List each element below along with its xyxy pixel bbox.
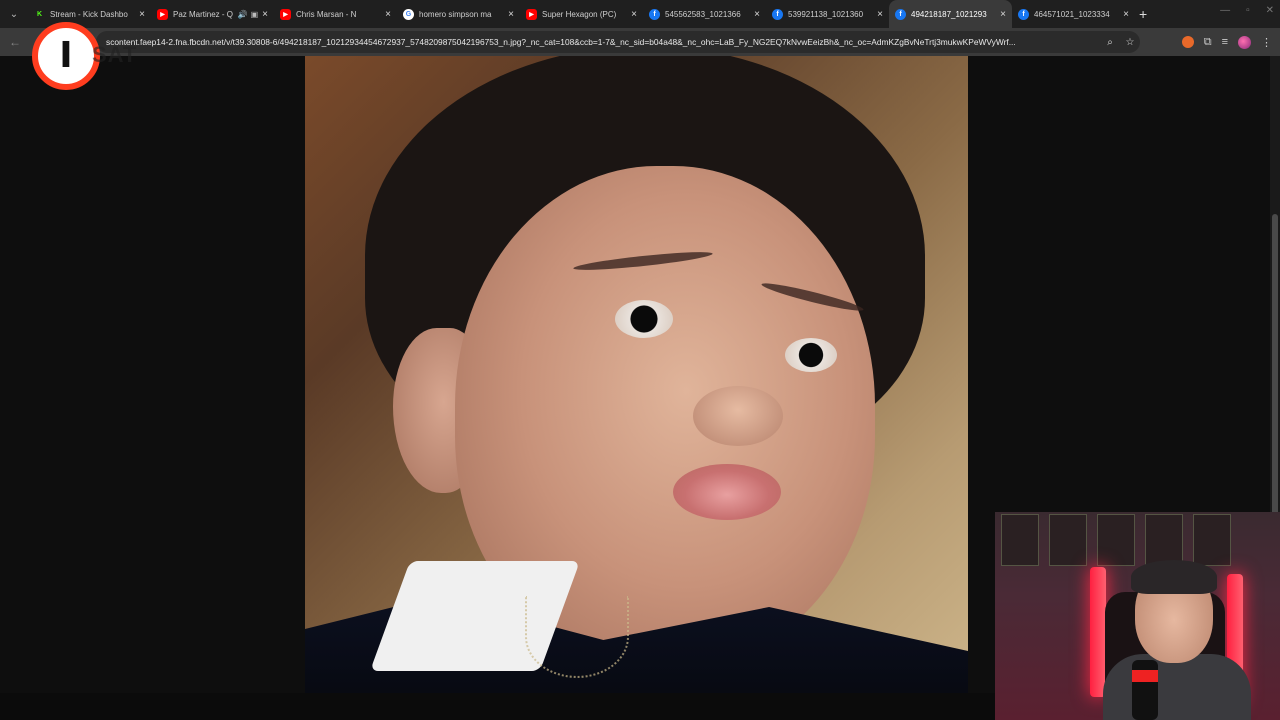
menu-kebab-icon[interactable]: ⋮ bbox=[1261, 36, 1272, 49]
logo-letter: I bbox=[59, 35, 73, 76]
maximize-button[interactable]: ▫ bbox=[1246, 5, 1250, 16]
browser-toolbar: ← scontent.faep14-2.fna.fbcdn.net/v/t39.… bbox=[0, 28, 1280, 56]
youtube-icon: ▶ bbox=[157, 8, 168, 20]
webcam-streamer-body bbox=[1103, 654, 1251, 720]
tab-9[interactable]: f 464571021_1023334 × bbox=[1012, 0, 1135, 28]
tab-6[interactable]: f 545562583_1021366 × bbox=[643, 0, 766, 28]
bookmark-star-icon[interactable]: ☆ bbox=[1120, 37, 1140, 48]
url-text[interactable]: scontent.faep14-2.fna.fbcdn.net/v/t39.30… bbox=[106, 37, 1100, 47]
tab-strip: ⌄ K Stream - Kick Dashbo × ▶ Paz Martinez - … bbox=[0, 0, 1280, 28]
window-controls: — ▫ ✕ bbox=[1220, 5, 1274, 16]
picture-in-picture-icon[interactable]: ▣ bbox=[251, 10, 259, 19]
profile-avatar[interactable] bbox=[1238, 35, 1251, 49]
webcam-poster bbox=[1145, 514, 1183, 566]
close-tab-icon[interactable]: × bbox=[1000, 9, 1006, 20]
close-tab-icon[interactable]: × bbox=[631, 9, 637, 20]
google-icon: G bbox=[403, 8, 414, 20]
tab-8[interactable]: f 494218187_1021293 × bbox=[889, 0, 1012, 28]
streamer-webcam bbox=[995, 512, 1280, 720]
webcam-poster bbox=[1001, 514, 1039, 566]
tab-1[interactable]: K Stream - Kick Dashbo × bbox=[28, 0, 151, 28]
webcam-poster bbox=[1097, 514, 1135, 566]
tab-7[interactable]: f 539921138_1021360 × bbox=[766, 0, 889, 28]
tab-title: Super Hexagon (PC) bbox=[542, 9, 617, 19]
close-tab-icon[interactable]: × bbox=[139, 9, 145, 20]
photo-nose bbox=[693, 386, 783, 446]
tab-5[interactable]: ▶ Super Hexagon (PC) × bbox=[520, 0, 643, 28]
webcam-poster bbox=[1049, 514, 1087, 566]
tab-title: 545562583_1021366 bbox=[665, 9, 741, 19]
child-portrait-photo bbox=[305, 56, 968, 693]
facebook-icon: f bbox=[1018, 8, 1029, 20]
close-window-button[interactable]: ✕ bbox=[1266, 5, 1274, 16]
tab-2[interactable]: ▶ Paz Martinez - Q 🔊 ▣ × bbox=[151, 0, 274, 28]
tab-title: 494218187_1021293 bbox=[911, 9, 987, 19]
new-tab-button[interactable]: + bbox=[1139, 6, 1147, 22]
youtube-icon: ▶ bbox=[526, 8, 537, 20]
webcam-red-light bbox=[1090, 567, 1106, 697]
zoom-icon[interactable]: ⌕ bbox=[1100, 37, 1120, 48]
webcam-posters bbox=[995, 512, 1280, 572]
webcam-poster bbox=[1193, 514, 1231, 566]
webcam-microphone bbox=[1132, 660, 1158, 720]
webcam-streamer-cap bbox=[1131, 560, 1217, 594]
logo-text: SAT bbox=[92, 42, 138, 67]
close-tab-icon[interactable]: × bbox=[754, 9, 760, 20]
tab-title: Stream - Kick Dashbo bbox=[50, 9, 128, 19]
tab-4[interactable]: Ghomero simpson ma × bbox=[397, 0, 520, 28]
photo-mouth bbox=[673, 464, 781, 520]
close-tab-icon[interactable]: × bbox=[508, 9, 514, 20]
kick-icon: K bbox=[36, 10, 43, 18]
tab-title: 539921138_1021360 bbox=[788, 9, 864, 19]
webcam-microphone-band bbox=[1132, 670, 1158, 682]
extensions-puzzle-icon[interactable]: ⧉ bbox=[1204, 36, 1212, 49]
audio-playing-icon[interactable]: 🔊 bbox=[238, 10, 248, 19]
channel-logo: I bbox=[32, 22, 100, 90]
photo-chain bbox=[525, 596, 629, 678]
bottom-strip bbox=[0, 693, 995, 720]
close-tab-icon[interactable]: × bbox=[385, 9, 391, 20]
back-arrow-icon[interactable]: ← bbox=[0, 35, 30, 49]
tab-3[interactable]: ▶ Chris Marsan - N × bbox=[274, 0, 397, 28]
facebook-icon: f bbox=[895, 8, 906, 20]
photo-left-eye bbox=[615, 300, 673, 338]
youtube-icon: ▶ bbox=[280, 8, 291, 20]
toolbar-right: ⧉ ≡ ⋮ bbox=[1181, 28, 1272, 56]
address-bar[interactable]: scontent.faep14-2.fna.fbcdn.net/v/t39.30… bbox=[96, 31, 1140, 53]
tab-title: Chris Marsan - N bbox=[296, 9, 357, 19]
tab-title: 464571021_1023334 bbox=[1034, 9, 1110, 19]
extension-icon[interactable] bbox=[1181, 36, 1194, 48]
photo-right-eye bbox=[785, 338, 837, 372]
facebook-icon: f bbox=[649, 8, 660, 20]
close-tab-icon[interactable]: × bbox=[877, 9, 883, 20]
tab-title: Paz Martinez - Q bbox=[173, 9, 234, 19]
tab-search-chevron-icon[interactable]: ⌄ bbox=[0, 0, 28, 28]
close-tab-icon[interactable]: × bbox=[1123, 9, 1129, 20]
minimize-button[interactable]: — bbox=[1220, 5, 1230, 16]
media-control-icon[interactable]: ≡ bbox=[1222, 36, 1228, 48]
tab-title: homero simpson ma bbox=[419, 9, 492, 19]
facebook-icon: f bbox=[772, 8, 783, 20]
close-tab-icon[interactable]: × bbox=[262, 9, 268, 20]
